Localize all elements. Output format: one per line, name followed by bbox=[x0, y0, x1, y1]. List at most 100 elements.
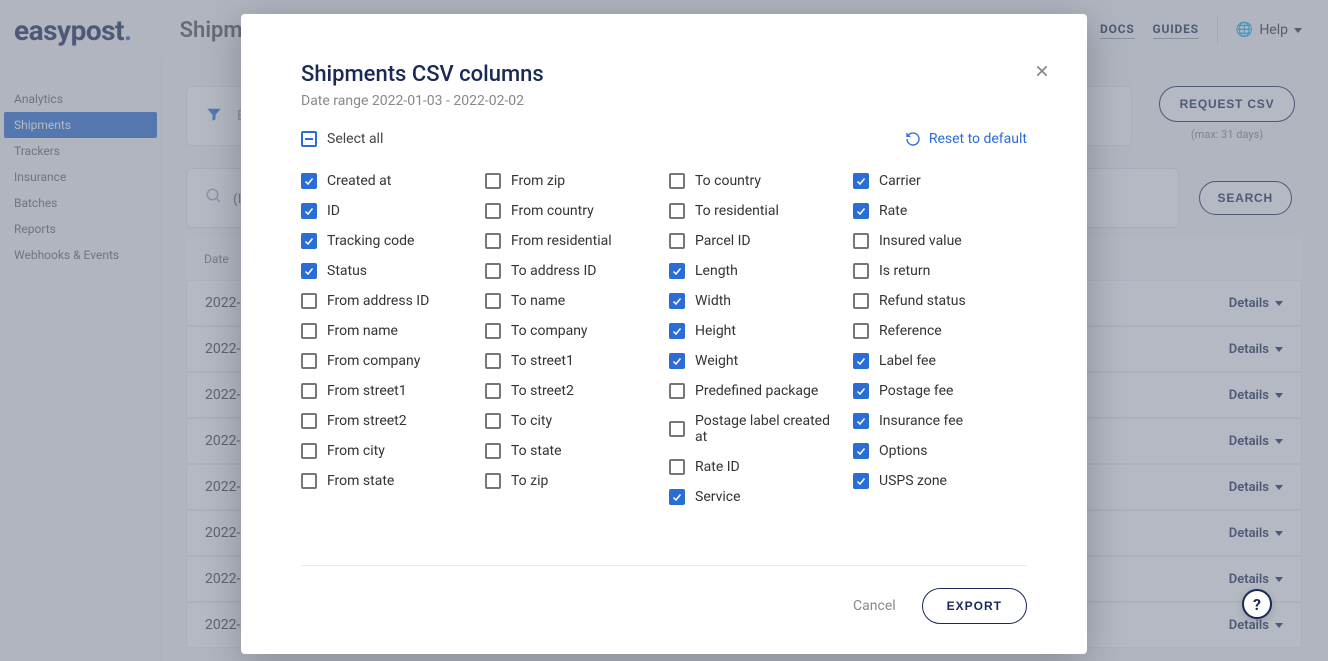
column-option-label: Parcel ID bbox=[695, 233, 751, 249]
column-option-rate-id[interactable]: Rate ID bbox=[669, 459, 843, 475]
column-option-label-fee[interactable]: Label fee bbox=[853, 353, 1027, 369]
checkbox-icon bbox=[853, 173, 869, 189]
column-option-label: Tracking code bbox=[327, 233, 414, 249]
checkbox-icon bbox=[485, 323, 501, 339]
column-option-from-address-id[interactable]: From address ID bbox=[301, 293, 475, 309]
column-option-label: To state bbox=[511, 443, 562, 459]
cancel-button[interactable]: Cancel bbox=[853, 598, 896, 614]
checkbox-icon bbox=[301, 413, 317, 429]
column-option-to-state[interactable]: To state bbox=[485, 443, 659, 459]
checkbox-icon bbox=[853, 413, 869, 429]
floating-help-button[interactable]: ? bbox=[1242, 589, 1272, 619]
column-option-label: Width bbox=[695, 293, 731, 309]
checkbox-icon bbox=[669, 421, 685, 437]
column-option-to-company[interactable]: To company bbox=[485, 323, 659, 339]
column-option-length[interactable]: Length bbox=[669, 263, 843, 279]
column-option-rate[interactable]: Rate bbox=[853, 203, 1027, 219]
column-option-label: To zip bbox=[511, 473, 548, 489]
column-option-label: To residential bbox=[695, 203, 779, 219]
column-option-from-country[interactable]: From country bbox=[485, 203, 659, 219]
select-all-toggle[interactable]: Select all bbox=[301, 131, 383, 147]
column-option-from-name[interactable]: From name bbox=[301, 323, 475, 339]
column-option-options[interactable]: Options bbox=[853, 443, 1027, 459]
checkbox-icon bbox=[485, 203, 501, 219]
reset-label: Reset to default bbox=[929, 131, 1027, 147]
column-option-from-residential[interactable]: From residential bbox=[485, 233, 659, 249]
checkbox-icon bbox=[301, 353, 317, 369]
column-option-weight[interactable]: Weight bbox=[669, 353, 843, 369]
column-option-status[interactable]: Status bbox=[301, 263, 475, 279]
column-option-postage-label-created-at[interactable]: Postage label created at bbox=[669, 413, 843, 445]
column-option-to-residential[interactable]: To residential bbox=[669, 203, 843, 219]
column-option-postage-fee[interactable]: Postage fee bbox=[853, 383, 1027, 399]
column-option-to-street1[interactable]: To street1 bbox=[485, 353, 659, 369]
column-option-to-country[interactable]: To country bbox=[669, 173, 843, 189]
checkbox-icon bbox=[485, 293, 501, 309]
column-option-from-street1[interactable]: From street1 bbox=[301, 383, 475, 399]
column-option-to-street2[interactable]: To street2 bbox=[485, 383, 659, 399]
csv-columns-modal: Shipments CSV columns Date range 2022-01… bbox=[241, 14, 1087, 654]
column-option-to-name[interactable]: To name bbox=[485, 293, 659, 309]
checkbox-icon bbox=[485, 473, 501, 489]
column-option-label: Options bbox=[879, 443, 927, 459]
column-option-to-zip[interactable]: To zip bbox=[485, 473, 659, 489]
column-option-from-zip[interactable]: From zip bbox=[485, 173, 659, 189]
column-option-insured-value[interactable]: Insured value bbox=[853, 233, 1027, 249]
column-option-service[interactable]: Service bbox=[669, 489, 843, 505]
column-option-label: To city bbox=[511, 413, 552, 429]
reset-to-default-button[interactable]: Reset to default bbox=[905, 131, 1027, 147]
column-option-to-address-id[interactable]: To address ID bbox=[485, 263, 659, 279]
checkbox-icon bbox=[485, 263, 501, 279]
checkbox-icon bbox=[485, 413, 501, 429]
column-option-is-return[interactable]: Is return bbox=[853, 263, 1027, 279]
column-option-label: Rate bbox=[879, 203, 907, 219]
checkbox-icon bbox=[301, 173, 317, 189]
column-option-label: USPS zone bbox=[879, 473, 947, 489]
column-option-tracking-code[interactable]: Tracking code bbox=[301, 233, 475, 249]
column-option-carrier[interactable]: Carrier bbox=[853, 173, 1027, 189]
column-option-label: Label fee bbox=[879, 353, 936, 369]
checkbox-icon bbox=[485, 353, 501, 369]
export-button[interactable]: EXPORT bbox=[922, 588, 1027, 624]
column-option-created-at[interactable]: Created at bbox=[301, 173, 475, 189]
checkbox-icon bbox=[301, 443, 317, 459]
select-all-label: Select all bbox=[327, 131, 383, 147]
modal-subtitle: Date range 2022-01-03 - 2022-02-02 bbox=[301, 93, 1027, 109]
column-option-from-street2[interactable]: From street2 bbox=[301, 413, 475, 429]
close-button[interactable] bbox=[1035, 62, 1049, 83]
checkbox-icon bbox=[669, 459, 685, 475]
column-option-predefined-package[interactable]: Predefined package bbox=[669, 383, 843, 399]
column-option-insurance-fee[interactable]: Insurance fee bbox=[853, 413, 1027, 429]
column-option-label: From street1 bbox=[327, 383, 407, 399]
column-option-label: Is return bbox=[879, 263, 930, 279]
column-option-parcel-id[interactable]: Parcel ID bbox=[669, 233, 843, 249]
checkbox-icon bbox=[853, 293, 869, 309]
column-option-to-city[interactable]: To city bbox=[485, 413, 659, 429]
column-option-from-state[interactable]: From state bbox=[301, 473, 475, 489]
checkbox-icon bbox=[485, 173, 501, 189]
column-option-reference[interactable]: Reference bbox=[853, 323, 1027, 339]
column-option-label: Reference bbox=[879, 323, 942, 339]
checkbox-icon bbox=[301, 323, 317, 339]
column-option-refund-status[interactable]: Refund status bbox=[853, 293, 1027, 309]
column-option-label: To name bbox=[511, 293, 565, 309]
column-option-label: Insured value bbox=[879, 233, 962, 249]
modal-title: Shipments CSV columns bbox=[301, 62, 1027, 87]
checkbox-icon bbox=[853, 473, 869, 489]
checkbox-icon bbox=[669, 353, 685, 369]
checkbox-icon bbox=[853, 323, 869, 339]
column-option-id[interactable]: ID bbox=[301, 203, 475, 219]
column-option-label: Postage fee bbox=[879, 383, 953, 399]
column-option-label: From company bbox=[327, 353, 420, 369]
column-option-label: Service bbox=[695, 489, 741, 505]
checkbox-icon bbox=[853, 383, 869, 399]
column-option-width[interactable]: Width bbox=[669, 293, 843, 309]
checkbox-icon bbox=[853, 263, 869, 279]
column-option-height[interactable]: Height bbox=[669, 323, 843, 339]
column-option-from-company[interactable]: From company bbox=[301, 353, 475, 369]
column-option-usps-zone[interactable]: USPS zone bbox=[853, 473, 1027, 489]
checkbox-icon bbox=[669, 233, 685, 249]
column-option-from-city[interactable]: From city bbox=[301, 443, 475, 459]
checkbox-icon bbox=[485, 443, 501, 459]
checkbox-icon bbox=[669, 203, 685, 219]
